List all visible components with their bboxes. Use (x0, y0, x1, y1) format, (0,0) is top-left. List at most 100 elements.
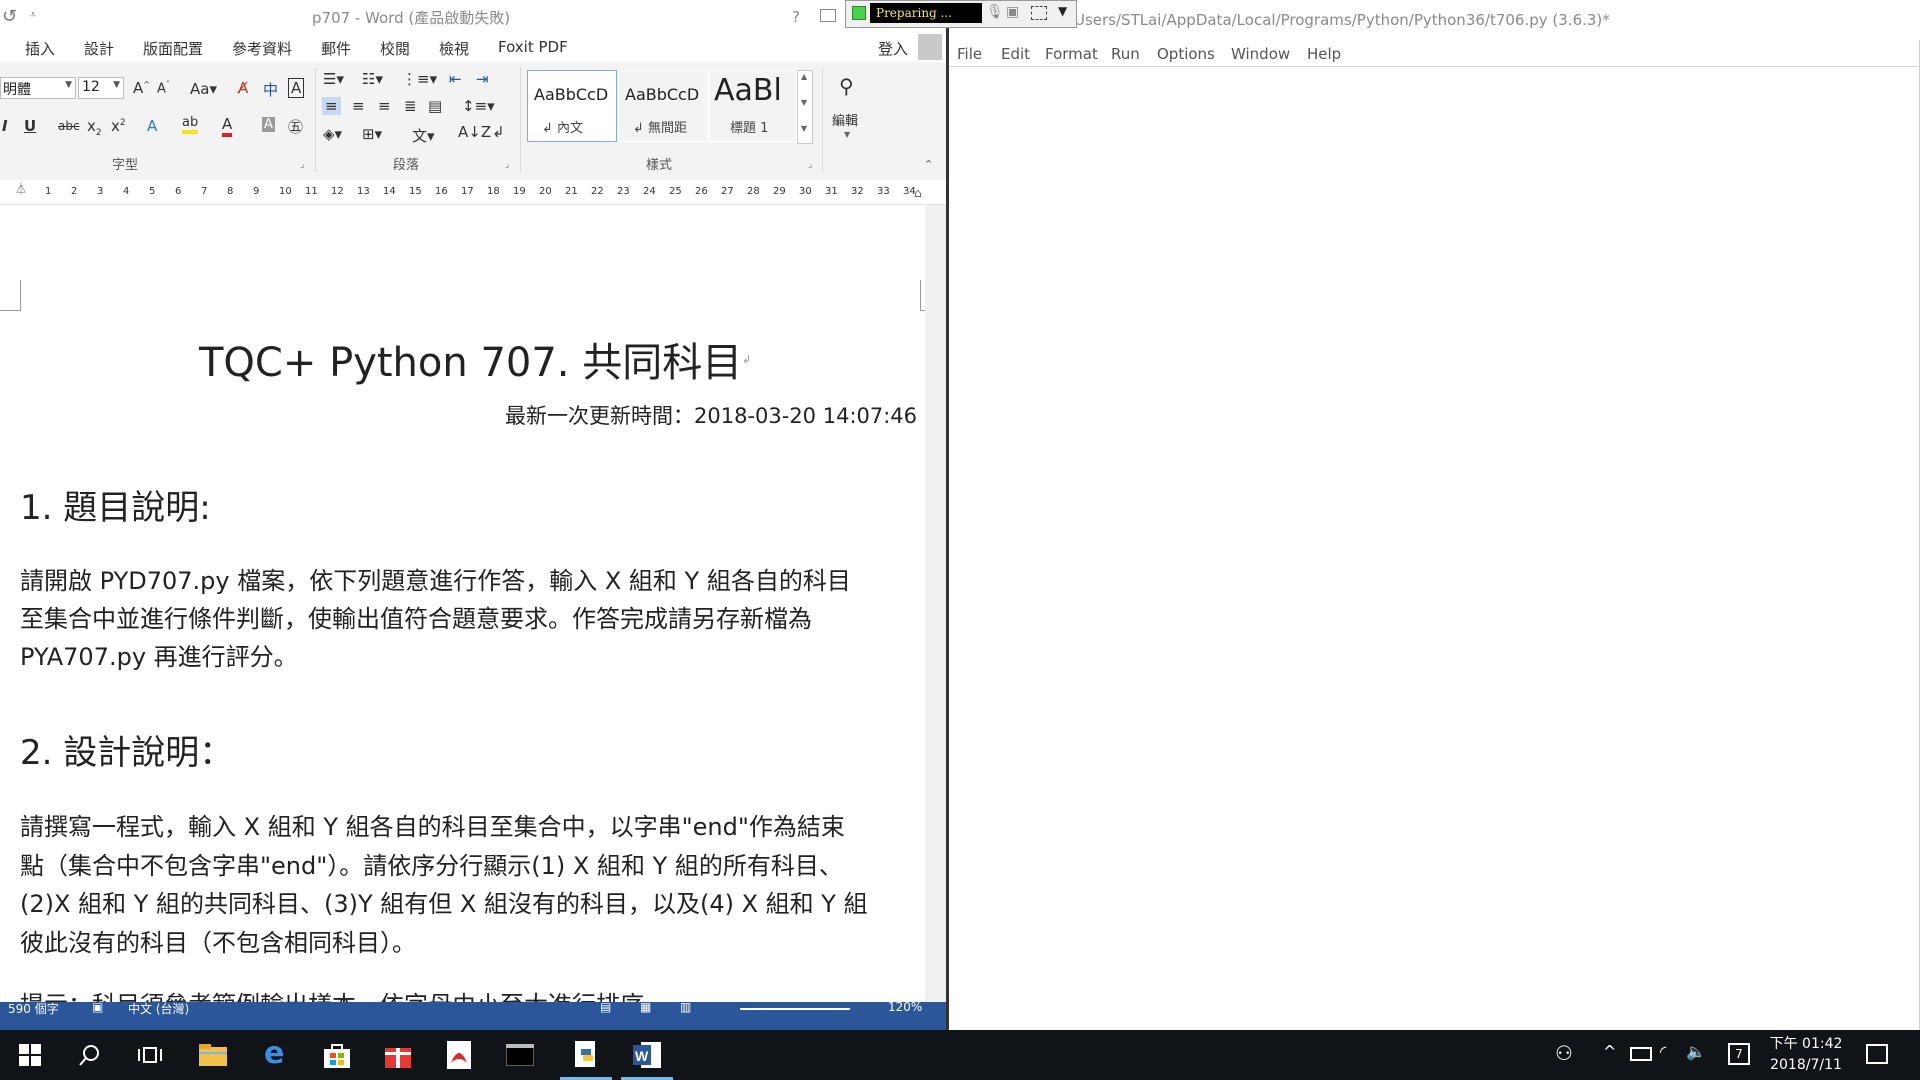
style-no-spacing[interactable]: AaBbCcD ↲ 無間距 (618, 70, 708, 142)
font-dialog-launcher-icon[interactable]: ⌟ (300, 160, 304, 170)
clear-formatting-icon[interactable]: A̸ (238, 79, 248, 97)
taskbar-command-prompt[interactable] (490, 1030, 550, 1080)
start-button[interactable] (0, 1030, 60, 1080)
taskbar-store[interactable] (307, 1030, 367, 1080)
menu-window[interactable]: Window (1231, 45, 1290, 63)
task-view-button[interactable] (120, 1030, 180, 1080)
horizontal-ruler[interactable]: ⏃ 1 2 3 4 5 6 7 8 9 10 11 12 13 14 15 16 17 18 19 20 21 22 23 2… (0, 180, 946, 205)
line-spacing-icon[interactable]: ↕≡▾ (462, 97, 495, 115)
font-size-select[interactable]: 12 ▼ (78, 77, 124, 99)
tab-references[interactable]: 參考資料 (232, 38, 292, 59)
paragraph-dialog-launcher-icon[interactable]: ⌟ (505, 160, 509, 170)
menu-format[interactable]: Format (1045, 45, 1098, 63)
volume-icon[interactable]: 🔈 (1686, 1042, 1706, 1061)
taskbar-gift-app[interactable] (368, 1030, 428, 1080)
more-styles-icon[interactable]: ▼ (801, 124, 807, 133)
styles-scroll[interactable]: ▲ ▼ ▼ (797, 70, 813, 144)
text-effects-icon[interactable]: A (147, 117, 157, 135)
styles-dialog-launcher-icon[interactable]: ⌟ (808, 160, 812, 170)
input-indicator[interactable]: 7 (1728, 1043, 1750, 1065)
change-case-icon[interactable]: Aa▾ (190, 80, 217, 98)
zoom-level[interactable]: 120% (888, 1000, 922, 1014)
style-heading-1[interactable]: AaBl 標題 1 (709, 70, 797, 142)
zoom-slider[interactable] (740, 1008, 850, 1010)
font-name-select[interactable]: 明體 ▼ (0, 77, 76, 99)
numbering-icon[interactable]: ☷▾ (362, 70, 383, 88)
battery-icon[interactable] (1630, 1047, 1652, 1061)
align-left-icon[interactable]: ≡ (322, 97, 341, 115)
decrease-indent-icon[interactable]: ⇤ (449, 70, 462, 88)
language-status[interactable]: 中文 (台灣) (128, 1000, 189, 1017)
quick-access-dropdown-icon[interactable]: ⩡ (30, 8, 36, 22)
shrink-font-icon[interactable]: Aˇ (157, 80, 170, 96)
asian-layout-icon[interactable]: 文▾ (412, 125, 435, 146)
print-layout-icon[interactable]: ▦ (640, 1000, 651, 1014)
subscript-icon[interactable]: x2 (87, 117, 102, 138)
font-color-icon[interactable]: A (222, 115, 233, 137)
show-hidden-icons-icon[interactable]: ^ (1603, 1042, 1616, 1061)
strikethrough-icon[interactable]: abc (58, 119, 80, 133)
web-layout-icon[interactable]: ▥ (680, 1000, 691, 1014)
taskbar-acrobat[interactable] (429, 1030, 489, 1080)
clock[interactable]: 下午 01:42 2018/7/11 (1764, 1034, 1848, 1078)
editing-button[interactable]: ⚲ 編輯 ▼ (830, 70, 866, 150)
taskbar-word[interactable]: W (617, 1030, 677, 1080)
undo-icon[interactable]: ↺ (2, 6, 17, 27)
align-right-icon[interactable]: ≡ (378, 97, 391, 115)
underline-icon[interactable]: U (24, 117, 36, 135)
wifi-icon[interactable]: ◜ (1660, 1042, 1666, 1061)
character-border-icon[interactable]: A (288, 78, 305, 98)
read-mode-icon[interactable]: ▤ (600, 1000, 611, 1014)
tab-foxit-pdf[interactable]: Foxit PDF (498, 38, 568, 56)
style-normal[interactable]: AaBbCcD ↲ 內文 (527, 70, 617, 142)
help-button[interactable]: ? (792, 8, 800, 26)
borders-icon[interactable]: ⊞▾ (362, 125, 382, 143)
avatar[interactable] (918, 34, 942, 60)
right-indent-marker-icon[interactable]: ⌂ (914, 186, 922, 200)
tab-insert[interactable]: 插入 (25, 38, 55, 59)
word-count[interactable]: 590 個字 (8, 1000, 59, 1017)
record-indicator-icon[interactable] (852, 6, 866, 20)
tab-review[interactable]: 校閱 (380, 38, 410, 59)
chevron-up-icon[interactable]: ▲ (801, 72, 807, 81)
tab-mailings[interactable]: 郵件 (321, 38, 351, 59)
enclose-characters-icon[interactable]: ㊄ (288, 116, 303, 137)
collapse-ribbon-icon[interactable]: ⌃ (924, 158, 933, 171)
tab-design[interactable]: 設計 (84, 38, 114, 59)
document-page[interactable]: TQC+ Python 707. 共同科目 ↲ 最新一次更新時間：2018-03… (0, 205, 925, 1002)
tab-view[interactable]: 檢視 (439, 38, 469, 59)
action-center-icon[interactable] (1866, 1044, 1888, 1064)
align-center-icon[interactable]: ≡ (352, 97, 365, 115)
shading-icon[interactable]: ◈▾ (323, 125, 342, 143)
sign-in-link[interactable]: 登入 (878, 38, 908, 59)
justify-icon[interactable]: ≣ (404, 97, 417, 115)
chevron-down-icon[interactable]: ▼ (1058, 4, 1067, 18)
multilevel-list-icon[interactable]: ⋮≡▾ (402, 70, 437, 88)
highlight-icon[interactable]: ab (182, 115, 199, 134)
menu-help[interactable]: Help (1307, 45, 1341, 63)
menu-options[interactable]: Options (1157, 45, 1215, 63)
distributed-icon[interactable]: ▤ (428, 97, 442, 115)
sort-icon[interactable]: A↓Z (458, 123, 491, 141)
search-button[interactable] (60, 1030, 120, 1080)
phonetic-guide-icon[interactable]: 中 (263, 79, 278, 100)
indent-marker-icon[interactable]: ⏃ (15, 180, 27, 197)
ribbon-display-options-icon[interactable] (820, 9, 836, 22)
tab-layout[interactable]: 版面配置 (143, 38, 203, 59)
proofing-icon[interactable]: ▣ (92, 1000, 103, 1014)
taskbar-edge[interactable]: e (246, 1030, 306, 1080)
microphone-icon[interactable]: 🎙 (986, 4, 1004, 20)
code-editor-area[interactable] (949, 67, 1920, 1030)
bullets-icon[interactable]: ☰▾ (323, 70, 344, 88)
increase-indent-icon[interactable]: ⇥ (476, 70, 489, 88)
chevron-down-icon[interactable]: ▼ (801, 98, 807, 107)
show-paragraph-marks-icon[interactable]: ↲ (492, 123, 505, 141)
character-shading-icon[interactable]: A (262, 117, 275, 132)
superscript-icon[interactable]: x2 (111, 117, 126, 135)
grow-font-icon[interactable]: A^ (133, 79, 150, 97)
camera-icon[interactable]: ▣ (1006, 4, 1019, 20)
italic-icon[interactable]: I (2, 117, 8, 135)
taskbar-python-idle[interactable] (556, 1030, 616, 1080)
people-icon[interactable]: ⚇ (1555, 1041, 1573, 1065)
menu-edit[interactable]: Edit (1001, 45, 1030, 63)
